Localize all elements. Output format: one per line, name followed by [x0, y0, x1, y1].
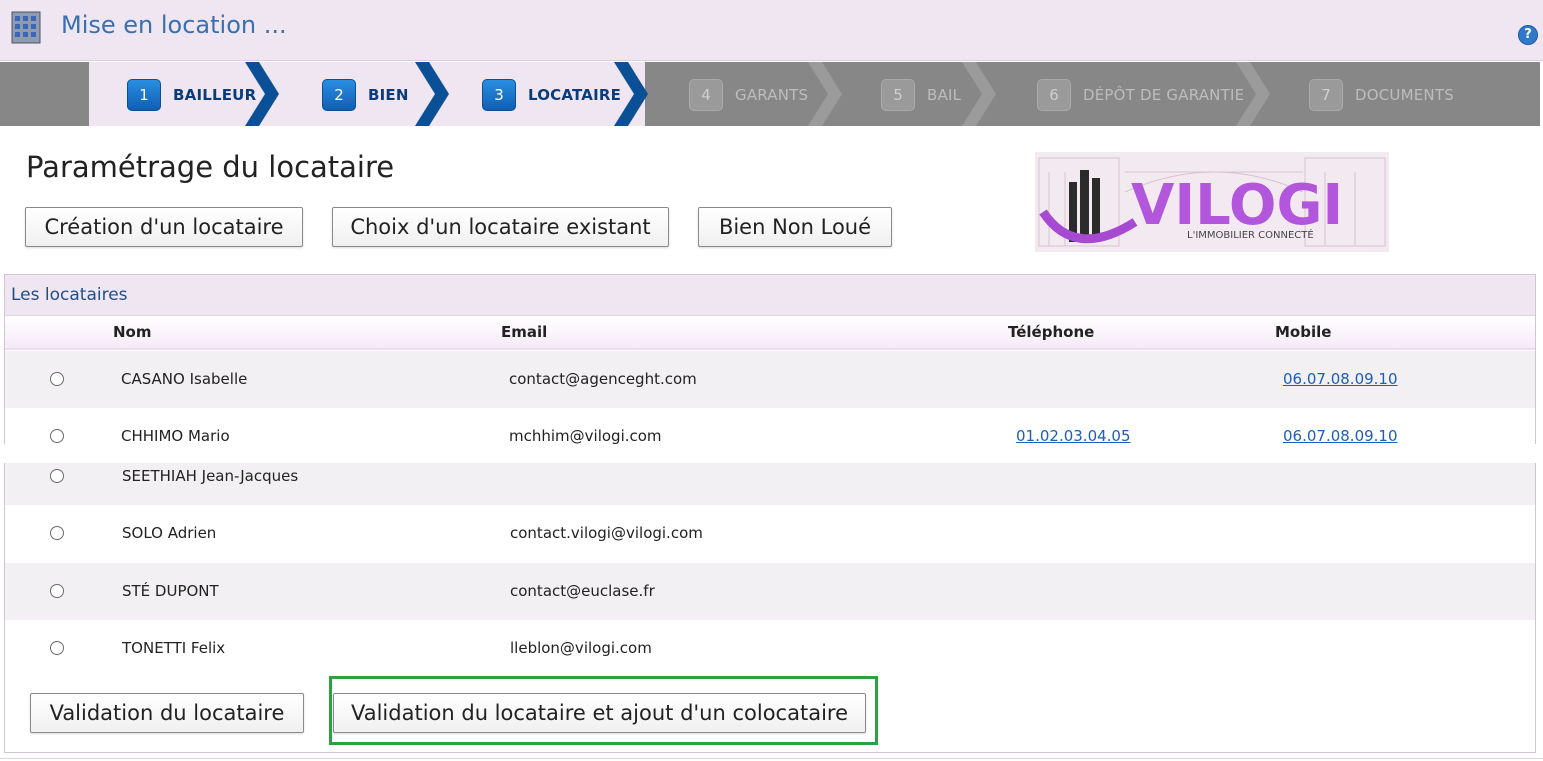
logo-tagline: L'IMMOBILIER CONNECTÉ	[1187, 228, 1314, 241]
tenant-phone[interactable]: 01.02.03.04.05	[1016, 427, 1131, 445]
column-email: Email	[501, 323, 548, 341]
chevron-right-icon	[808, 62, 842, 126]
tenant-name: TONETTI Felix	[122, 639, 226, 657]
step-label: DÉPÔT DE GARANTIE	[1083, 86, 1245, 104]
step-bailleur[interactable]: 1 BAILLEUR	[127, 79, 257, 111]
step-label: GARANTS	[735, 86, 809, 104]
step-garants[interactable]: 4 GARANTS	[689, 79, 809, 111]
column-name: Nom	[113, 323, 152, 341]
logo-text: VILOGI	[1131, 173, 1343, 238]
step-number: 7	[1309, 79, 1343, 111]
app-title: Mise en location ...	[61, 11, 287, 39]
help-icon[interactable]: ?	[1518, 25, 1538, 45]
tenant-name: SOLO Adrien	[122, 524, 217, 542]
vilogi-logo: VILOGI L'IMMOBILIER CONNECTÉ	[1035, 152, 1389, 252]
divider	[0, 758, 1543, 759]
table-row[interactable]: STÉ DUPONT contact@euclase.fr	[5, 563, 1535, 620]
step-depot-de-garantie[interactable]: 6 DÉPÔT DE GARANTIE	[1037, 79, 1245, 111]
table-header: Nom Email Téléphone Mobile	[5, 316, 1535, 350]
building-icon	[11, 11, 41, 44]
page-title: Paramétrage du locataire	[26, 150, 395, 184]
step-number: 4	[689, 79, 723, 111]
tenant-mobile-link[interactable]: 06.07.08.09.10	[1283, 427, 1398, 445]
property-not-rented-button[interactable]: Bien Non Loué	[698, 207, 892, 247]
tenant-radio[interactable]	[50, 641, 64, 655]
choose-existing-tenant-button[interactable]: Choix d'un locataire existant	[332, 207, 669, 247]
tenants-panel: Les locataires Nom Email Téléphone Mobil…	[4, 274, 1536, 753]
tenant-name: CASANO Isabelle	[121, 370, 248, 388]
tenant-email: lleblon@vilogi.com	[510, 639, 652, 657]
tenant-radio[interactable]	[50, 429, 64, 443]
step-label: BAIL	[927, 86, 962, 104]
tenant-radio[interactable]	[50, 526, 64, 540]
screenshot-seam	[0, 444, 1543, 463]
tenant-name: CHHIMO Mario	[121, 427, 230, 445]
table-row[interactable]: CASANO Isabelle contact@agenceght.com 06…	[5, 351, 1535, 408]
step-label: BIEN	[368, 86, 409, 104]
step-bail[interactable]: 5 BAIL	[881, 79, 962, 111]
app-header: Mise en location ... ?	[0, 0, 1543, 61]
step-number: 3	[482, 79, 516, 111]
column-mobile: Mobile	[1275, 323, 1332, 341]
tenant-radio[interactable]	[50, 584, 64, 598]
chevron-right-icon	[962, 62, 996, 126]
step-number: 6	[1037, 79, 1071, 111]
tenant-email: contact@euclase.fr	[510, 582, 655, 600]
tenant-radio[interactable]	[50, 469, 64, 483]
step-number: 2	[322, 79, 356, 111]
step-number: 5	[881, 79, 915, 111]
tenant-email: contact@agenceght.com	[509, 370, 697, 388]
validate-tenant-button[interactable]: Validation du locataire	[30, 693, 304, 733]
wizard-steps: 1 BAILLEUR 2 BIEN 3 LOCATAIRE 4 GARANTS …	[0, 62, 1540, 126]
tenant-radio[interactable]	[50, 372, 64, 386]
tenant-name: STÉ DUPONT	[122, 582, 219, 600]
table-row[interactable]: TONETTI Felix lleblon@vilogi.com	[5, 620, 1535, 677]
step-label: DOCUMENTS	[1355, 86, 1454, 104]
tenant-email: contact.vilogi@vilogi.com	[510, 524, 703, 542]
tenant-name: SEETHIAH Jean-Jacques	[122, 467, 299, 485]
step-locataire[interactable]: 3 LOCATAIRE	[482, 79, 622, 111]
chevron-right-icon	[415, 62, 449, 126]
validate-and-add-cotenant-button[interactable]: Validation du locataire et ajout d'un co…	[333, 693, 866, 733]
step-documents[interactable]: 7 DOCUMENTS	[1309, 79, 1454, 111]
step-label: BAILLEUR	[173, 86, 257, 104]
tenant-mobile[interactable]: 06.07.08.09.10	[1283, 427, 1398, 445]
create-tenant-button[interactable]: Création d'un locataire	[25, 207, 303, 247]
column-phone: Téléphone	[1008, 323, 1095, 341]
panel-title: Les locataires	[11, 285, 128, 305]
step-label: LOCATAIRE	[528, 86, 622, 104]
step-bien[interactable]: 2 BIEN	[322, 79, 409, 111]
panel-header: Les locataires	[5, 275, 1535, 316]
step-number: 1	[127, 79, 161, 111]
tenant-email: mchhim@vilogi.com	[509, 427, 662, 445]
tenant-phone-link[interactable]: 01.02.03.04.05	[1016, 427, 1131, 445]
tenant-mobile[interactable]: 06.07.08.09.10	[1283, 370, 1398, 388]
tenant-mobile-link[interactable]: 06.07.08.09.10	[1283, 370, 1398, 388]
table-row[interactable]: SOLO Adrien contact.vilogi@vilogi.com	[5, 505, 1535, 562]
